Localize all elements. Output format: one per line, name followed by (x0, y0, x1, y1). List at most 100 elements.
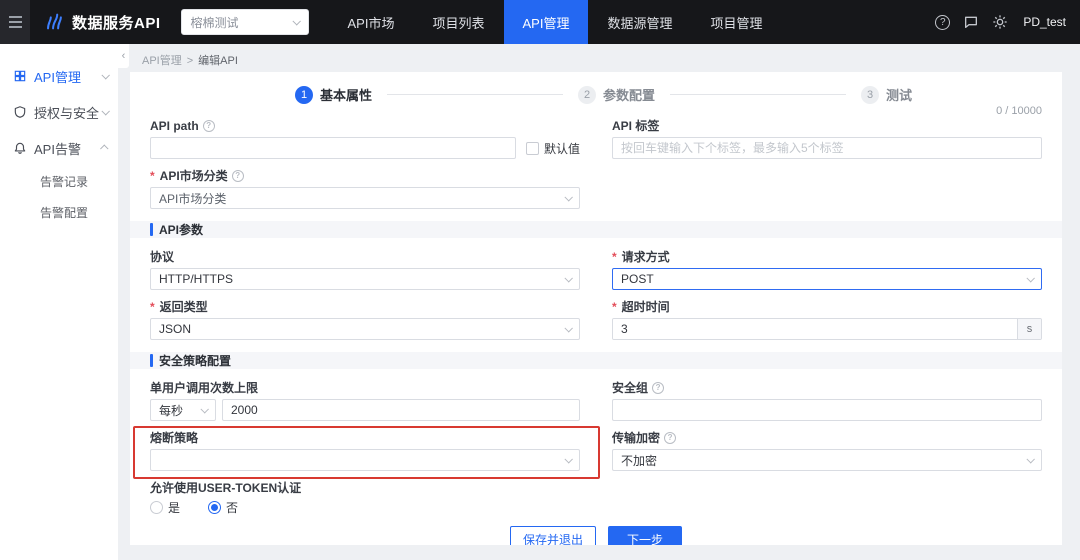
chevron-down-icon (101, 107, 110, 116)
section-api-params: API参数 (130, 221, 1062, 238)
help-icon[interactable]: ? (935, 14, 951, 30)
sidebar-collapse-icon[interactable]: ‹ (118, 44, 129, 68)
nav-datasource-management[interactable]: 数据源管理 (588, 0, 691, 44)
workspace-select-value: 榕棉测试 (190, 15, 239, 30)
sidebar-item-label: API管理 (34, 69, 81, 85)
chevron-down-icon (1026, 274, 1035, 283)
user-token-field: 允许使用USER-TOKEN认证 是 否 (150, 481, 580, 516)
timeout-input[interactable] (613, 319, 1017, 339)
nav-api-market[interactable]: API市场 (329, 0, 414, 44)
security-policy-grid: 单用户调用次数上限 每秒 安全组 ? 熔断 (130, 379, 1062, 526)
user-token-label: 允许使用USER-TOKEN认证 (150, 481, 302, 495)
circuit-breaker-field: 熔断策略 (133, 426, 600, 479)
security-group-field: 安全组 ? (612, 381, 1042, 421)
api-path-input[interactable] (150, 137, 516, 159)
next-step-button[interactable]: 下一步 (608, 526, 683, 545)
default-value-checkbox[interactable]: 默认值 (525, 140, 580, 157)
step-label: 参数配置 (603, 88, 656, 103)
edit-api-card: 1 基本属性 2 参数配置 3 测试 0 / 10000 API path ? (130, 72, 1062, 545)
step-label: 基本属性 (320, 88, 373, 103)
return-type-select[interactable]: JSON (150, 318, 580, 340)
return-type-label: * 返回类型 (150, 299, 208, 315)
sidebar-subitem-alert-config[interactable]: 告警配置 (0, 197, 118, 228)
rate-limit-input[interactable] (222, 399, 580, 421)
request-method-label: * 请求方式 (612, 249, 670, 265)
app-logo-icon (43, 10, 65, 35)
brand: 数据服务API (43, 10, 161, 35)
chevron-down-icon (1026, 455, 1035, 464)
step-number: 2 (578, 85, 596, 104)
nav-project-management[interactable]: 项目管理 (691, 0, 781, 44)
message-icon[interactable] (963, 14, 979, 30)
sidebar-item-auth-security[interactable]: 授权与安全 (0, 94, 118, 130)
radio-icon (208, 501, 222, 514)
hamburger-menu-icon[interactable] (0, 0, 30, 44)
topbar: 数据服务API 榕棉测试 API市场 项目列表 API管理 数据源管理 项目管理… (0, 0, 1080, 44)
nav-project-list[interactable]: 项目列表 (413, 0, 503, 44)
radio-yes[interactable]: 是 (150, 499, 180, 516)
api-market-category-select[interactable]: API市场分类 (150, 187, 580, 209)
required-asterisk: * (612, 299, 617, 314)
step-test[interactable]: 3 测试 (861, 85, 912, 104)
rate-limit-label: 单用户调用次数上限 (150, 381, 259, 395)
api-tag-input[interactable] (612, 137, 1042, 159)
breadcrumb-parent[interactable]: API管理 (142, 55, 182, 67)
empty-cell (612, 169, 1042, 219)
sidebar: API管理 授权与安全 API告警 告警记录 告警配置 (0, 44, 118, 560)
request-method-select[interactable]: POST (612, 268, 1042, 290)
grid-icon (14, 70, 26, 82)
save-exit-button[interactable]: 保存并退出 (509, 526, 596, 545)
select-value: 不加密 (621, 453, 658, 468)
sidebar-subitem-alert-records[interactable]: 告警记录 (0, 166, 118, 197)
security-group-input[interactable] (612, 399, 1042, 421)
security-group-label: 安全组 ? (612, 381, 1042, 395)
radio-icon (150, 501, 163, 514)
username[interactable]: PD_test (1023, 15, 1066, 29)
user-token-radio-group: 是 否 (150, 499, 580, 516)
breadcrumb-separator: > (186, 55, 194, 67)
api-tag-label: API 标签 (612, 119, 660, 133)
nav-api-management[interactable]: API管理 (503, 0, 589, 44)
rate-limit-unit-select[interactable]: 每秒 (150, 399, 216, 421)
content-area: ‹ API管理 > 编辑API 1 基本属性 2 参数配置 3 测试 0 / 100… (118, 44, 1080, 560)
api-path-field: API path ? 默认值 (150, 119, 580, 159)
info-icon[interactable]: ? (664, 431, 677, 444)
section-title: API参数 (159, 223, 204, 237)
info-icon[interactable]: ? (231, 169, 244, 182)
select-value: 每秒 (159, 403, 184, 418)
chevron-down-icon (200, 405, 209, 414)
section-title: 安全策略配置 (159, 354, 232, 368)
checkbox-icon (525, 141, 539, 155)
topbar-actions: ? PD_test (935, 14, 1080, 30)
select-value: JSON (159, 322, 192, 336)
shield-icon (14, 106, 26, 118)
workspace-select[interactable]: 榕棉测试 (180, 9, 309, 35)
protocol-select[interactable]: HTTP/HTTPS (150, 268, 580, 290)
sidebar-item-api-alerts[interactable]: API告警 (0, 130, 118, 166)
step-basic-attributes[interactable]: 1 基本属性 (295, 85, 372, 104)
circuit-breaker-select[interactable] (150, 449, 580, 471)
top-nav: API市场 项目列表 API管理 数据源管理 项目管理 (329, 0, 782, 44)
sidebar-item-api-management[interactable]: API管理 (0, 58, 118, 94)
stepper: 1 基本属性 2 参数配置 3 测试 (130, 72, 1062, 104)
select-value: API市场分类 (159, 191, 227, 206)
info-icon[interactable]: ? (202, 119, 215, 132)
settings-gear-icon[interactable] (992, 14, 1008, 30)
step-label: 测试 (886, 88, 913, 103)
select-value: HTTP/HTTPS (159, 272, 233, 286)
bell-icon (14, 142, 26, 154)
radio-no[interactable]: 否 (208, 499, 238, 516)
info-icon[interactable]: ? (652, 381, 665, 394)
circuit-breaker-label: 熔断策略 (150, 431, 199, 445)
char-counter: 0 / 10000 (996, 105, 1042, 117)
step-connector (670, 94, 846, 95)
timeout-label: * 超时时间 (612, 299, 670, 315)
required-asterisk: * (150, 299, 155, 314)
timeout-unit-suffix: s (1017, 319, 1041, 339)
step-connector (387, 94, 563, 95)
encryption-select[interactable]: 不加密 (612, 449, 1042, 471)
radio-label: 否 (226, 501, 239, 515)
timeout-input-group: s (612, 318, 1042, 340)
step-parameter-config[interactable]: 2 参数配置 (578, 85, 655, 104)
step-number: 1 (295, 85, 313, 104)
